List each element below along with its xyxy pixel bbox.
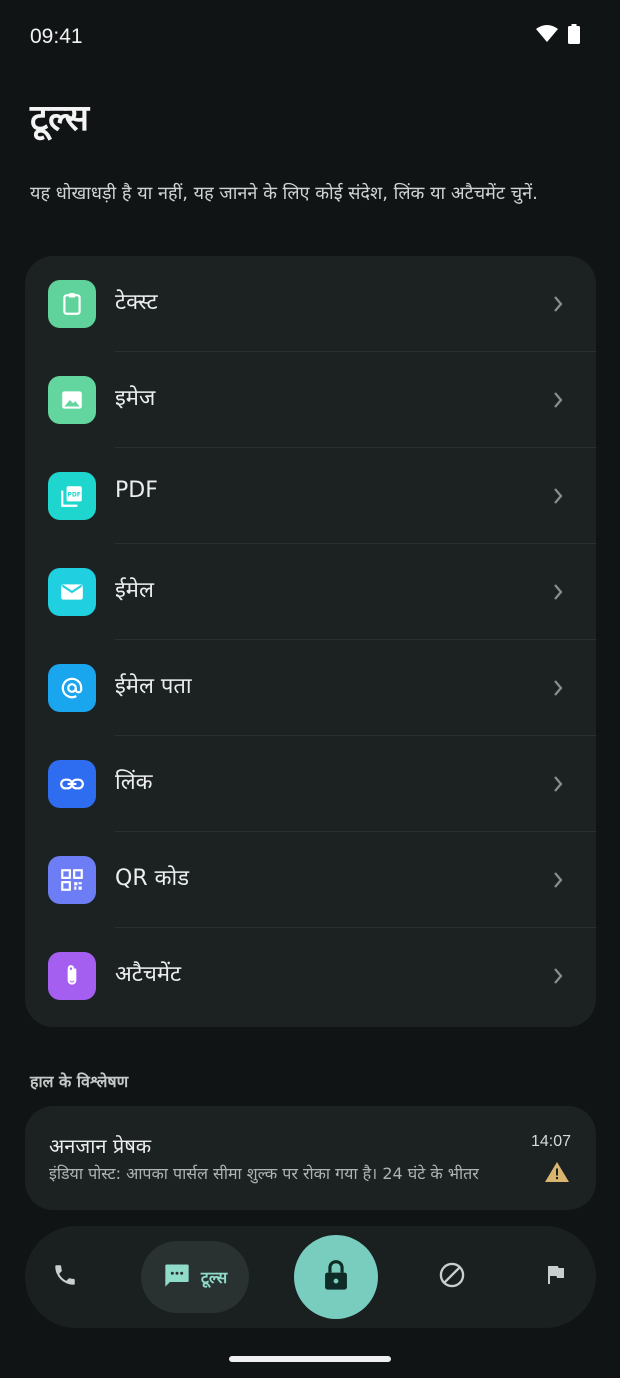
tool-item-pdf[interactable]: PDF PDF: [25, 448, 596, 544]
chevron-right-icon: [552, 966, 564, 990]
phone-icon: [52, 1262, 78, 1292]
recent-sender: अनजान प्रेषक: [49, 1134, 152, 1158]
tool-label: टेक्स्ट: [115, 290, 158, 315]
chevron-right-icon: [552, 582, 564, 606]
chevron-right-icon: [552, 870, 564, 894]
chevron-right-icon: [552, 390, 564, 414]
nav-block-button[interactable]: [425, 1226, 479, 1328]
message-icon: [163, 1261, 191, 1293]
at-sign-icon: [48, 664, 96, 712]
tool-item-email[interactable]: ईमेल: [25, 544, 596, 640]
warning-icon: [544, 1161, 570, 1187]
tool-item-email-address[interactable]: ईमेल पता: [25, 640, 596, 736]
pdf-icon: PDF: [48, 472, 96, 520]
recent-analysis-item[interactable]: अनजान प्रेषक 14:07 इंडिया पोस्ट: आपका पा…: [25, 1106, 596, 1210]
tool-label: QR कोड: [115, 866, 189, 891]
status-bar: 09:41: [0, 0, 620, 76]
section-label-recent: हाल के विश्लेषण: [30, 1072, 129, 1091]
page-subtitle: यह धोखाधड़ी है या नहीं, यह जानने के लिए …: [30, 183, 538, 204]
home-indicator[interactable]: [229, 1356, 391, 1362]
recent-time: 14:07: [530, 1133, 571, 1150]
tool-label: ईमेल: [115, 578, 154, 603]
clipboard-icon: [48, 280, 96, 328]
bottom-nav: टूल्स: [25, 1226, 596, 1328]
chevron-right-icon: [552, 678, 564, 702]
nav-tools-label: टूल्स: [200, 1268, 228, 1287]
tool-label: अटैचमेंट: [115, 962, 182, 987]
tool-item-qr-code[interactable]: QR कोड: [25, 832, 596, 928]
nav-phone-button[interactable]: [39, 1226, 91, 1328]
status-icons: [536, 24, 580, 48]
tool-item-image[interactable]: इमेज: [25, 352, 596, 448]
flag-icon: [543, 1262, 567, 1292]
qr-code-icon: [48, 856, 96, 904]
block-icon: [438, 1261, 466, 1293]
tool-label: PDF: [115, 478, 158, 503]
nav-report-button[interactable]: [530, 1226, 580, 1328]
nav-tools-button[interactable]: टूल्स: [141, 1241, 249, 1313]
chevron-right-icon: [552, 294, 564, 318]
recent-preview: इंडिया पोस्ट: आपका पार्सल सीमा शुल्क पर …: [49, 1164, 479, 1183]
status-time: 09:41: [30, 25, 83, 48]
tools-list: टेक्स्ट इमेज PDF PDF ईमेल ईमेल पता लिंक …: [25, 256, 596, 1027]
battery-icon: [568, 24, 580, 48]
tool-label: इमेज: [115, 386, 156, 411]
paperclip-icon: [48, 952, 96, 1000]
nav-lock-button[interactable]: [294, 1235, 378, 1319]
lock-icon: [321, 1258, 351, 1296]
tool-item-link[interactable]: लिंक: [25, 736, 596, 832]
mail-icon: [48, 568, 96, 616]
image-icon: [48, 376, 96, 424]
link-icon: [48, 760, 96, 808]
tool-label: ईमेल पता: [115, 674, 192, 699]
svg-text:PDF: PDF: [67, 492, 80, 499]
tool-item-attachment[interactable]: अटैचमेंट: [25, 928, 596, 1024]
tool-label: लिंक: [115, 770, 153, 795]
page-title: टूल्स: [30, 98, 90, 139]
tool-item-text[interactable]: टेक्स्ट: [25, 256, 596, 352]
chevron-right-icon: [552, 486, 564, 510]
wifi-icon: [536, 25, 558, 47]
chevron-right-icon: [552, 774, 564, 798]
